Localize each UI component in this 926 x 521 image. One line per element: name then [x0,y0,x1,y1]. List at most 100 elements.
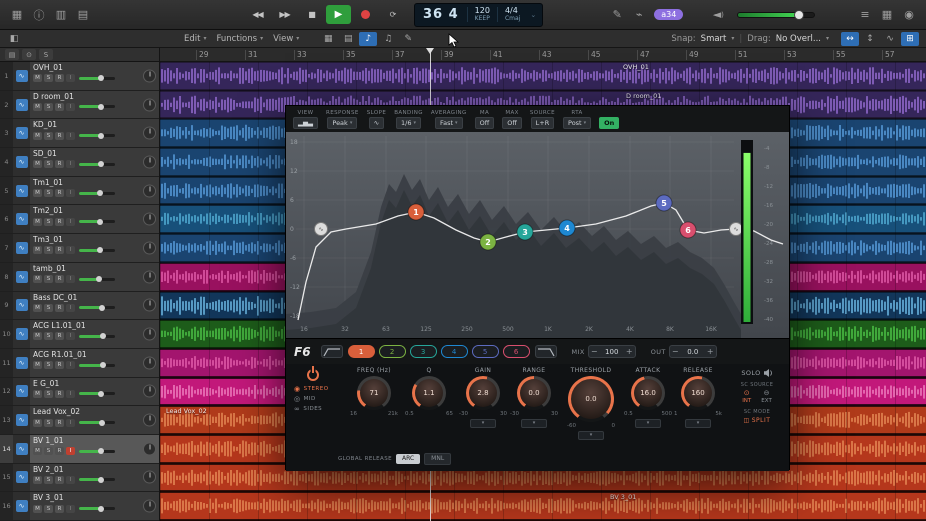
mute-button[interactable]: M [33,160,42,168]
record-button[interactable]: R [55,505,64,513]
solo-button[interactable]: S [44,160,53,168]
band-button-6[interactable]: 6 [503,345,530,358]
catch-icon[interactable]: ⊙ [22,49,36,60]
pan-knob[interactable] [143,442,156,455]
drag-select[interactable]: No Overl... [776,34,821,44]
solo-button[interactable]: S [44,218,53,226]
tuner-icon[interactable]: ⌁ [629,6,649,24]
volume-knob[interactable] [97,219,103,225]
record-button[interactable]: R [55,476,64,484]
volume-knob[interactable] [98,133,104,139]
volume-slider[interactable] [79,77,115,80]
record-button[interactable]: R [55,332,64,340]
pan-knob[interactable] [143,414,156,427]
sc-mode-split-button[interactable]: ◫ SPLIT [727,417,787,424]
solo-button[interactable]: S [44,74,53,82]
pan-knob[interactable] [143,155,156,168]
f6-plugin-window[interactable]: VIEW▂▅▃RESPONSEPeak▾SLOPE∿BANDING1/6▾AVE… [285,105,790,470]
volume-slider[interactable] [79,306,115,309]
mute-button[interactable]: M [33,132,42,140]
play-button[interactable]: ▶ [326,5,351,24]
master-volume-knob[interactable] [794,10,804,20]
audio-region[interactable] [160,63,926,89]
on-control[interactable]: On [599,117,619,129]
track-header-body[interactable]: Bass DC_01MSRI [30,292,159,320]
input-button[interactable]: I [66,505,75,513]
pan-knob[interactable] [143,356,156,369]
solo-safe-button[interactable]: S [39,49,53,60]
audio-region[interactable] [160,493,926,519]
record-button[interactable]: R [55,160,64,168]
solo-button[interactable]: S [44,275,53,283]
channel-mode-stereo[interactable]: ◉STEREO [294,385,336,393]
solo-button[interactable]: S [44,476,53,484]
forward-button[interactable]: ▶▶ [272,5,297,24]
plugin-analyzer-graph[interactable]: 181260-6-12-181632631252505001K2K4K8K16K… [286,132,789,338]
track-header-body[interactable]: tamb_01MSRI [30,263,159,291]
track-header-body[interactable]: BV 2_01MSRI [30,464,159,492]
menu-functions[interactable]: Functions▾ [211,34,268,44]
record-button[interactable]: R [55,361,64,369]
input-button[interactable]: I [66,419,75,427]
record-button[interactable] [353,5,378,24]
solo-button[interactable]: S [44,505,53,513]
input-button[interactable]: I [66,189,75,197]
volume-slider[interactable] [79,220,115,223]
mute-button[interactable]: M [33,103,42,111]
sc-source-int-button[interactable]: ⊙ INT [742,389,751,404]
release-knob[interactable]: 160 [681,376,715,410]
arc-button[interactable]: ARC [396,454,420,464]
volume-knob[interactable] [98,161,104,167]
track-row[interactable]: 16∿BV 3_01MSRI [0,492,159,521]
volume-knob[interactable] [98,506,104,512]
master-volume-slider[interactable] [737,12,815,18]
mute-button[interactable]: M [33,332,42,340]
q-knob[interactable]: 1.1 [412,376,446,410]
volume-knob[interactable] [97,247,103,253]
track-header-body[interactable]: OVH_01MSRI [30,62,159,90]
volume-knob[interactable] [98,75,104,81]
mute-button[interactable]: M [33,304,42,312]
record-button[interactable]: R [55,447,64,455]
track-row[interactable]: 4∿SD_01MSRI [0,148,159,177]
track-row[interactable]: 15∿BV 2_01MSRI [0,464,159,493]
lcd-display[interactable]: 36 4 120 KEEP 4/4 Cmaj ⌄ [414,3,543,27]
volume-slider[interactable] [79,421,115,424]
knob-stepper[interactable]: ▾ [685,419,711,428]
library-icon[interactable]: ▦ [7,6,27,24]
control-bar-icon[interactable]: ▦ [877,6,897,24]
input-button[interactable]: I [66,476,75,484]
volume-knob[interactable] [98,448,104,454]
lcd-signature[interactable]: 4/4 Cmaj [497,7,527,22]
pan-knob[interactable] [143,241,156,254]
mute-button[interactable]: M [33,275,42,283]
mute-button[interactable]: M [33,505,42,513]
solo-button[interactable]: S [44,361,53,369]
track-header-body[interactable]: ACG R1.01_01MSRI [30,349,159,377]
waveform-zoom-icon[interactable]: ∿ [881,32,899,46]
solo-button[interactable]: S [44,304,53,312]
score-icon[interactable]: ♫ [379,32,397,46]
track-row[interactable]: 5∿Tm1_01MSRI [0,177,159,206]
input-button[interactable]: I [66,447,75,455]
eq-analyzer-svg[interactable]: 181260-6-12-181632631252505001K2K4K8K16K… [286,132,791,338]
volume-knob[interactable] [97,190,103,196]
record-button[interactable]: R [55,103,64,111]
lcd-tempo[interactable]: 120 KEEP [467,7,497,22]
pan-knob[interactable] [143,213,156,226]
user-icon[interactable]: ◉ [899,6,919,24]
mute-button[interactable]: M [33,447,42,455]
track-row[interactable]: 10∿ACG L1.01_01MSRI [0,320,159,349]
mute-button[interactable]: M [33,361,42,369]
mute-button[interactable]: M [33,189,42,197]
track-row[interactable]: 13∿Lead Vox_02MSRI [0,406,159,435]
record-button[interactable]: R [55,419,64,427]
track-row[interactable]: 3∿KD_01MSRI [0,119,159,148]
zoom-h-icon[interactable]: ↔ [841,32,859,46]
latency-badge[interactable]: a34 [654,9,683,20]
mute-button[interactable]: M [33,246,42,254]
solo-button[interactable]: S [44,132,53,140]
threshold-knob[interactable]: 0.0 [568,376,614,422]
pan-knob[interactable] [143,98,156,111]
record-button[interactable]: R [55,246,64,254]
